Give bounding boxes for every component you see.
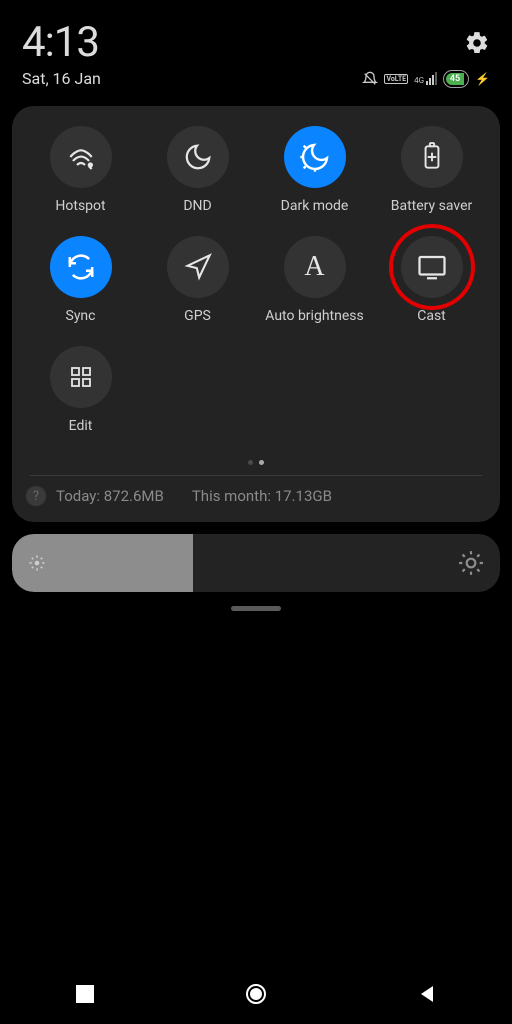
nav-home-button[interactable] — [226, 974, 286, 1014]
tile-label: DND — [183, 198, 211, 214]
tile-dark-mode[interactable]: Dark mode — [256, 126, 373, 214]
brightness-fill — [12, 534, 193, 592]
navigate-icon — [167, 236, 229, 298]
tile-label: GPS — [184, 308, 211, 324]
quick-settings-panel: Hotspot DND Dark mode Battery saver Sync — [12, 106, 500, 522]
status-header: 4:13 Sat, 16 Jan VoLTE 4G 45 ⚡ — [0, 0, 512, 92]
navigation-bar — [0, 964, 512, 1024]
data-usage-row[interactable]: ? Today: 872.6MB This month: 17.13GB — [22, 486, 490, 510]
volte-indicator: VoLTE — [384, 74, 408, 84]
usage-month: This month: 17.13GB — [192, 487, 332, 505]
sync-icon — [50, 236, 112, 298]
tile-label: Sync — [66, 308, 96, 324]
clock-time: 4:13 — [22, 18, 99, 67]
status-date: Sat, 16 Jan — [22, 69, 101, 88]
tile-dnd[interactable]: DND — [139, 126, 256, 214]
dot-active — [259, 460, 264, 465]
tile-hotspot[interactable]: Hotspot — [22, 126, 139, 214]
usage-today: Today: 872.6MB — [56, 487, 164, 505]
tile-gps[interactable]: GPS — [139, 236, 256, 324]
panel-drag-handle[interactable] — [231, 606, 281, 611]
tile-sync[interactable]: Sync — [22, 236, 139, 324]
tile-auto-brightness[interactable]: A Auto brightness — [256, 236, 373, 324]
hotspot-icon — [50, 126, 112, 188]
cast-screen-icon — [401, 236, 463, 298]
sun-large-icon — [458, 550, 484, 576]
status-icons: VoLTE 4G 45 ⚡ — [362, 70, 490, 88]
tile-battery-saver[interactable]: Battery saver — [373, 126, 490, 214]
tile-label: Hotspot — [55, 198, 105, 214]
charging-bolt-icon: ⚡ — [475, 72, 490, 86]
settings-gear-icon[interactable] — [464, 30, 490, 56]
tile-label: Dark mode — [281, 198, 349, 214]
moon-icon — [167, 126, 229, 188]
signal-icon: 4G — [414, 72, 437, 85]
nav-recents-button[interactable] — [55, 974, 115, 1014]
dnd-bell-off-icon — [362, 71, 378, 87]
grid-edit-icon — [50, 346, 112, 408]
nav-back-button[interactable] — [397, 974, 457, 1014]
tile-label: Auto brightness — [265, 308, 363, 324]
tile-edit[interactable]: Edit — [22, 346, 139, 434]
dark-mode-icon — [284, 126, 346, 188]
brightness-slider[interactable] — [12, 534, 500, 592]
question-icon: ? — [26, 486, 46, 506]
page-indicator — [22, 460, 490, 465]
battery-plus-icon — [401, 126, 463, 188]
tile-cast[interactable]: Cast — [373, 236, 490, 324]
battery-indicator: 45 — [443, 70, 469, 88]
divider — [30, 475, 482, 476]
auto-a-icon: A — [284, 236, 346, 298]
sun-small-icon — [28, 554, 46, 572]
tile-label: Edit — [69, 418, 93, 434]
tiles-grid: Hotspot DND Dark mode Battery saver Sync — [22, 126, 490, 456]
tile-label: Battery saver — [391, 198, 472, 214]
dot — [248, 460, 253, 465]
tile-label: Cast — [417, 308, 446, 324]
